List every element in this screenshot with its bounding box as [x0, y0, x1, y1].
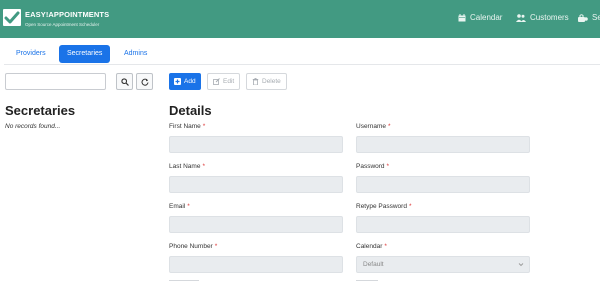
calendar-select-value: Default — [363, 261, 384, 268]
email-label: Email * — [169, 203, 190, 210]
tab-admins[interactable]: Admins — [116, 45, 155, 63]
services-icon — [578, 13, 588, 22]
next-field-label-partial — [169, 280, 199, 281]
logo-check-icon — [3, 9, 21, 26]
calendar-select[interactable]: Default — [356, 256, 530, 273]
details-title: Details — [169, 103, 212, 118]
search-icon — [120, 77, 129, 86]
first-name-label: First Name * — [169, 123, 206, 130]
delete-button[interactable]: Delete — [246, 73, 287, 90]
retype-password-label: Retype Password * — [356, 203, 412, 210]
username-label: Username * — [356, 123, 391, 130]
trash-icon — [252, 78, 259, 85]
brand-subtitle: Open Source Appointment Scheduler — [25, 22, 100, 27]
phone-number-label: Phone Number * — [169, 243, 218, 250]
calendar-icon — [458, 13, 466, 21]
chevron-down-icon — [518, 263, 524, 267]
last-name-label: Last Name * — [169, 163, 205, 170]
tabs-divider — [4, 64, 600, 65]
retype-password-field[interactable] — [356, 216, 530, 233]
users-icon — [516, 13, 526, 22]
email-field[interactable] — [169, 216, 343, 233]
list-title: Secretaries — [5, 103, 76, 118]
nav-services-label: Se — [592, 13, 600, 22]
tab-secretaries[interactable]: Secretaries — [59, 45, 111, 63]
brand-title: EASY!APPOINTMENTS — [25, 10, 110, 19]
edit-button-label: Edit — [223, 78, 235, 85]
first-name-field[interactable] — [169, 136, 343, 153]
nav-services[interactable]: Se — [578, 13, 600, 22]
add-button[interactable]: Add — [169, 73, 201, 90]
calendar-label: Calendar * — [356, 243, 387, 250]
search-input[interactable] — [5, 73, 106, 90]
nav-customers[interactable]: Customers — [516, 13, 569, 22]
refresh-button[interactable] — [136, 73, 153, 90]
phone-number-field[interactable] — [169, 256, 343, 273]
last-name-field[interactable] — [169, 176, 343, 193]
refresh-icon — [141, 78, 148, 86]
add-button-label: Add — [184, 78, 196, 85]
password-label: Password * — [356, 163, 390, 170]
edit-icon — [213, 78, 220, 85]
tab-providers[interactable]: Providers — [8, 45, 54, 63]
search-button[interactable] — [116, 73, 133, 90]
username-field[interactable] — [356, 136, 530, 153]
no-records-text: No records found... — [5, 123, 61, 130]
nav-customers-label: Customers — [530, 13, 569, 22]
password-field[interactable] — [356, 176, 530, 193]
delete-button-label: Delete — [262, 78, 281, 85]
edit-button[interactable]: Edit — [207, 73, 241, 90]
nav-calendar-label: Calendar — [470, 13, 503, 22]
next-field-label-partial-right — [356, 280, 378, 281]
nav-calendar[interactable]: Calendar — [458, 13, 502, 22]
plus-square-icon — [174, 78, 181, 85]
top-navbar: EASY!APPOINTMENTS Open Source Appointmen… — [0, 0, 600, 38]
